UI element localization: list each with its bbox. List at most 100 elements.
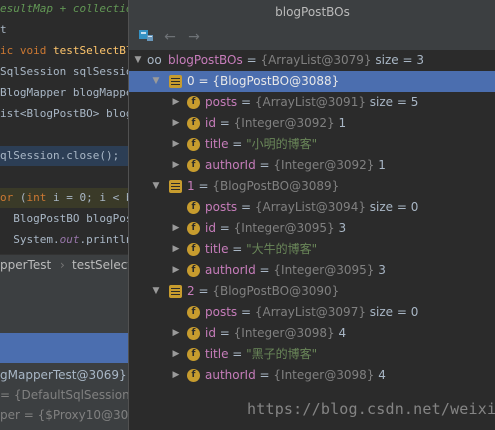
list-element-icon: [169, 75, 182, 88]
breadcrumb-method[interactable]: testSelect: [72, 258, 132, 272]
code-text: qlSession.close(); s: [0, 149, 128, 162]
chevron-down-icon[interactable]: ▼: [151, 71, 161, 92]
code-line: ist<BlogPostBO> blogP: [0, 104, 128, 124]
code-line: qlSession.close(); s: [0, 146, 128, 166]
chevron-right-icon[interactable]: ▶: [171, 323, 181, 344]
field-icon: f: [187, 348, 200, 361]
chevron-right-icon[interactable]: ▶: [171, 218, 181, 239]
chevron-down-icon[interactable]: ▼: [151, 176, 161, 197]
row-text: authorId = {Integer@3092} 1: [205, 158, 386, 172]
field-icon: f: [187, 138, 200, 151]
field-icon: f: [187, 264, 200, 277]
code-text: i = 0; i < bl: [52, 191, 128, 204]
tree-root[interactable]: ▼ oo blogPostBOs = {ArrayList@3079} size =…: [129, 50, 495, 71]
field-icon: f: [187, 96, 200, 109]
code-text: t: [0, 23, 7, 36]
field-posts[interactable]: ▶ f posts = {ArrayList@3091} size = 5: [129, 92, 495, 113]
field-id[interactable]: ▶ f id = {Integer@3092} 1: [129, 113, 495, 134]
chevron-right-icon[interactable]: ▶: [171, 113, 181, 134]
list-item-0[interactable]: ▼ 0 = {BlogPostBO@3088}: [129, 71, 495, 92]
field-authorId[interactable]: ▶ f authorId = {Integer@3098} 4: [129, 365, 495, 386]
breadcrumb-separator: ›: [60, 258, 65, 272]
field-authorId[interactable]: ▶ f authorId = {Integer@3092} 1: [129, 155, 495, 176]
code-line: BlogPostBO blogPos: [0, 209, 128, 229]
field-icon: f: [187, 159, 200, 172]
list-item-2[interactable]: ▼ 2 = {BlogPostBO@3090}: [129, 281, 495, 302]
chevron-down-icon[interactable]: ▼: [133, 50, 143, 71]
chevron-right-icon[interactable]: ▶: [171, 260, 181, 281]
variable-sqlsession[interactable]: = {DefaultSqlSession: [0, 385, 130, 405]
list-item-1[interactable]: ▼ 1 = {BlogPostBO@3089}: [129, 176, 495, 197]
field-authorId[interactable]: ▶ f authorId = {Integer@3095} 3: [129, 260, 495, 281]
code-line: or (int i = 0; i < bl: [0, 188, 128, 208]
code-text: BlogMapper blogMapper =: [0, 86, 128, 99]
row-text: id = {Integer@3095} 3: [205, 221, 347, 235]
code-comment: esultMap + collection: [0, 2, 128, 15]
chevron-right-icon[interactable]: ▶: [171, 155, 181, 176]
row-text: authorId = {Integer@3098} 4: [205, 368, 386, 382]
row-text: blogPostBOs = {ArrayList@3079} size = 3: [168, 53, 424, 67]
row-text: posts = {ArrayList@3097} size = 0: [205, 305, 419, 319]
field-icon: f: [187, 117, 200, 130]
row-text: posts = {ArrayList@3091} size = 5: [205, 95, 419, 109]
row-text: title = "大牛的博客": [205, 242, 318, 256]
field-title[interactable]: ▶ f title = "小明的博客": [129, 134, 495, 155]
debug-variables-panel: gMapperTest@3069} = {DefaultSqlSession p…: [0, 277, 144, 430]
field-icon: f: [187, 306, 200, 319]
row-text: title = "黑子的博客": [205, 347, 318, 361]
field-id[interactable]: ▶ f id = {Integer@3095} 3: [129, 218, 495, 239]
chevron-right-icon[interactable]: ▶: [171, 344, 181, 365]
field-icon: f: [187, 369, 200, 382]
field-posts[interactable]: f posts = {ArrayList@3094} size = 0: [129, 197, 495, 218]
row-text: id = {Integer@3098} 4: [205, 326, 347, 340]
chevron-right-icon[interactable]: ▶: [171, 365, 181, 386]
popup-toolbar: ← →: [129, 24, 495, 50]
code-text: SqlSession sqlSession =: [0, 65, 128, 78]
code-line: BlogMapper blogMapper =: [0, 83, 128, 103]
field-icon: f: [187, 327, 200, 340]
popup-title: blogPostBOs: [129, 0, 495, 25]
code-keyword: int: [26, 191, 47, 204]
row-text: 0 = {BlogPostBO@3088}: [187, 74, 340, 88]
field-icon: f: [187, 222, 200, 235]
watch-glasses-icon: oo: [147, 53, 162, 67]
variable-tree: ▼ oo blogPostBOs = {ArrayList@3079} size =…: [129, 50, 495, 430]
row-text: id = {Integer@3092} 1: [205, 116, 347, 130]
list-element-icon: [169, 285, 182, 298]
forward-arrow-icon[interactable]: →: [185, 28, 203, 46]
chevron-down-icon[interactable]: ▼: [151, 281, 161, 302]
row-text: 1 = {BlogPostBO@3089}: [187, 179, 340, 193]
variable-this[interactable]: gMapperTest@3069}: [0, 365, 127, 385]
code-line: t: [0, 20, 128, 40]
row-text: title = "小明的博客": [205, 137, 318, 151]
back-arrow-icon[interactable]: ←: [161, 28, 179, 46]
variable-mapper[interactable]: per = {$Proxy10@3070: [0, 405, 144, 425]
breadcrumb-class[interactable]: pperTest: [0, 258, 51, 272]
chevron-right-icon[interactable]: ▶: [171, 134, 181, 155]
code-keyword: ic void: [0, 44, 53, 57]
code-text: .println: [79, 233, 128, 246]
code-line: esultMap + collection: [0, 0, 128, 19]
field-icon: f: [187, 201, 200, 214]
list-element-icon: [169, 180, 182, 193]
row-text: authorId = {Integer@3095} 3: [205, 263, 386, 277]
field-title[interactable]: ▶ f title = "大牛的博客": [129, 239, 495, 260]
chevron-right-icon[interactable]: ▶: [171, 92, 181, 113]
row-text: 2 = {BlogPostBO@3090}: [187, 284, 340, 298]
code-line: ic void testSelectBlog: [0, 41, 128, 61]
field-icon: f: [187, 243, 200, 256]
row-text: posts = {ArrayList@3094} size = 0: [205, 200, 419, 214]
watermark: https://blog.csdn.net/weixin_37139197: [247, 400, 495, 418]
breadcrumb: pperTest › testSelect: [0, 254, 132, 278]
field-title[interactable]: ▶ f title = "黑子的博客": [129, 344, 495, 365]
selected-frame[interactable]: [0, 333, 128, 363]
chevron-right-icon[interactable]: ▶: [171, 239, 181, 260]
field-posts[interactable]: f posts = {ArrayList@3097} size = 0: [129, 302, 495, 323]
code-text: System.: [0, 233, 60, 246]
code-text: BlogPostBO blogPos: [0, 212, 128, 225]
field-id[interactable]: ▶ f id = {Integer@3098} 4: [129, 323, 495, 344]
add-to-watches-icon[interactable]: [137, 28, 155, 46]
code-line: System.out.println: [0, 230, 128, 250]
